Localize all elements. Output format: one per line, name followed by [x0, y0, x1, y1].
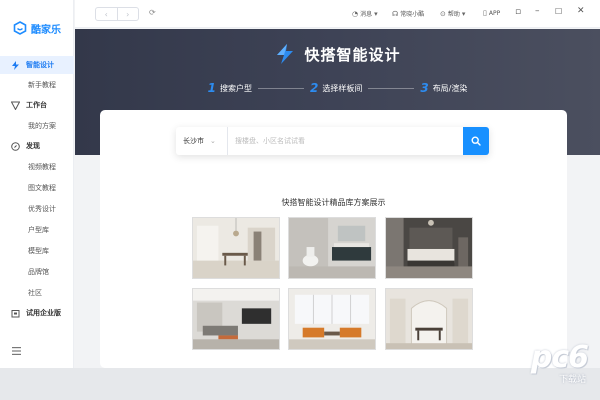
search-icon	[471, 136, 481, 146]
sidebar-item-image-tutorial[interactable]: 图文教程	[0, 179, 74, 197]
sidebar-item-smart-design[interactable]: 智能设计	[0, 56, 74, 74]
chevron-down-icon: ⌄	[210, 137, 216, 145]
gallery-thumbnail[interactable]	[192, 217, 280, 279]
forward-button[interactable]: ›	[118, 8, 139, 20]
gallery-thumbnail[interactable]	[288, 288, 376, 350]
menu-toggle-icon[interactable]	[12, 347, 21, 355]
chevron-down-icon: ▾	[461, 9, 466, 18]
logo-icon	[13, 21, 27, 35]
gallery-thumbnail[interactable]	[192, 288, 280, 350]
step-1: 1 搜索户型	[207, 81, 252, 95]
title-bar: ‹ › ⟳ ◔ 消息 ▾ ☊ 常晓小酷 ⊙ 帮助 ▾ ▯ APP ▫ – ☐ ✕	[75, 0, 600, 28]
sidebar-item-community[interactable]: 社区	[0, 284, 74, 302]
sidebar-item-video-tutorial[interactable]: 视频教程	[0, 158, 74, 176]
bottom-bar	[0, 368, 600, 400]
workbench-icon	[11, 101, 20, 110]
bedroom-image	[386, 218, 472, 278]
help-button[interactable]: ⊙ 帮助 ▾	[440, 9, 466, 19]
sidebar-item-my-plans[interactable]: 我的方案	[0, 117, 74, 135]
app-name: 酷家乐	[31, 24, 61, 36]
lightning-icon	[12, 60, 19, 70]
app-button[interactable]: ▯ APP	[483, 9, 500, 17]
hero-title: 快搭智能设计	[304, 45, 401, 64]
search-bar: 长沙市 ⌄	[176, 127, 489, 155]
gallery-thumbnail[interactable]	[288, 217, 376, 279]
maximize-button[interactable]: ☐	[555, 7, 562, 16]
history-nav: ‹ ›	[95, 7, 139, 21]
bathroom-image	[289, 218, 375, 278]
minimize-button[interactable]: –	[535, 6, 540, 16]
messages-button[interactable]: ◔ 消息 ▾	[352, 9, 378, 19]
sidebar-item-tutorial[interactable]: 新手教程	[0, 76, 74, 94]
step-3: 3 布局/渲染	[420, 81, 468, 95]
main-card: 长沙市 ⌄ 快搭智能设计精品库方案展示	[100, 110, 567, 368]
gallery-thumbnail[interactable]	[385, 217, 473, 279]
sidebar-item-floorplan-library[interactable]: 户型库	[0, 221, 74, 239]
app-logo[interactable]: 酷家乐	[13, 20, 61, 36]
sidebar-item-model-library[interactable]: 模型库	[0, 242, 74, 260]
sidebar-item-discover[interactable]: 发现	[0, 137, 74, 155]
discover-icon	[11, 141, 20, 151]
chevron-down-icon: ▾	[374, 9, 378, 18]
step-divider	[368, 87, 415, 89]
step-divider	[257, 87, 304, 89]
living-room-image	[193, 289, 279, 349]
sidebar-item-excellent-design[interactable]: 优秀设计	[0, 200, 74, 218]
dining-room-image	[193, 218, 279, 278]
sidebar: 酷家乐 智能设计 新手教程 工作台 我的方案 发现 视频教程 图文教程 优秀设计…	[0, 0, 74, 368]
headset-icon: ☊	[392, 9, 399, 18]
refresh-icon[interactable]: ⟳	[149, 8, 156, 17]
search-button[interactable]	[463, 127, 489, 155]
sidebar-item-enterprise-trial[interactable]: 试用企业版	[0, 304, 74, 322]
lounge-image	[289, 289, 375, 349]
gallery-thumbnail[interactable]	[385, 288, 473, 350]
search-input[interactable]	[228, 127, 463, 155]
gallery-title: 快搭智能设计精品库方案展示	[281, 198, 386, 207]
city-select[interactable]: 长沙市 ⌄	[176, 127, 228, 155]
window-menu-icon[interactable]: ▫	[515, 7, 521, 17]
close-button[interactable]: ✕	[577, 6, 585, 16]
steps-indicator: 1 搜索户型 2 选择样板间 3 布局/渲染	[75, 81, 600, 95]
hero-heading: 快搭智能设计	[75, 43, 600, 65]
arched-dining-image	[386, 289, 472, 349]
assistant-button[interactable]: ☊ 常晓小酷	[392, 9, 424, 19]
watermark-logo: pc6	[530, 340, 589, 375]
quick-design-logo-icon	[277, 44, 294, 64]
enterprise-icon	[11, 309, 20, 317]
bell-icon: ◔	[352, 9, 359, 18]
help-icon: ⊙	[440, 9, 446, 18]
sidebar-item-workbench[interactable]: 工作台	[0, 96, 74, 114]
sidebar-item-brand-hall[interactable]: 品牌馆	[0, 263, 74, 281]
phone-icon: ▯	[483, 9, 487, 17]
step-2: 2 选择样板间	[309, 81, 363, 95]
back-button[interactable]: ‹	[96, 8, 118, 20]
watermark-subtitle: 下载站	[558, 375, 586, 385]
